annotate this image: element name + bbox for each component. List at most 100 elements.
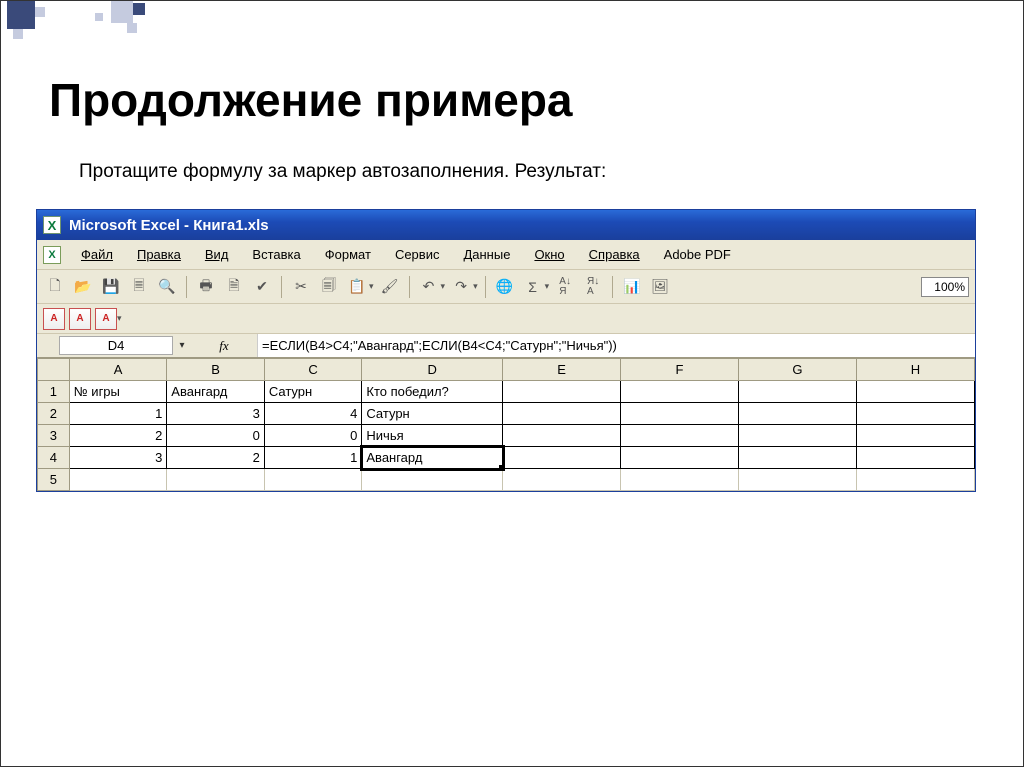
save-icon[interactable]: 💾 xyxy=(99,275,123,299)
menu-adobe-pdf[interactable]: Adobe PDF xyxy=(654,243,741,266)
cell-a5[interactable] xyxy=(69,469,167,491)
pdf-convert-icon[interactable]: A xyxy=(43,308,65,330)
menu-view[interactable]: Вид xyxy=(195,243,239,266)
cell-g1[interactable] xyxy=(738,381,856,403)
permission-icon[interactable]: 🗏 xyxy=(127,275,151,299)
cell-g2[interactable] xyxy=(738,403,856,425)
redo-icon[interactable]: ↷ xyxy=(449,275,473,299)
row-5: 5 xyxy=(38,469,975,491)
cell-f1[interactable] xyxy=(621,381,739,403)
cell-d5[interactable] xyxy=(362,469,503,491)
cell-c4[interactable]: 1 xyxy=(264,447,362,469)
col-header-h[interactable]: H xyxy=(856,359,974,381)
sort-asc-icon[interactable]: А↓Я xyxy=(553,275,577,299)
menu-tools[interactable]: Сервис xyxy=(385,243,450,266)
format-painter-icon[interactable]: 🖌 xyxy=(378,275,402,299)
cell-e2[interactable] xyxy=(503,403,621,425)
menu-insert[interactable]: Вставка xyxy=(242,243,310,266)
row-header-1[interactable]: 1 xyxy=(38,381,70,403)
menu-help[interactable]: Справка xyxy=(579,243,650,266)
row-1: 1 № игры Авангард Сатурн Кто победил? xyxy=(38,381,975,403)
cell-c1[interactable]: Сатурн xyxy=(264,381,362,403)
row-header-5[interactable]: 5 xyxy=(38,469,70,491)
cell-f5[interactable] xyxy=(621,469,739,491)
col-header-f[interactable]: F xyxy=(621,359,739,381)
cell-g3[interactable] xyxy=(738,425,856,447)
cell-e5[interactable] xyxy=(503,469,621,491)
cell-b5[interactable] xyxy=(167,469,265,491)
excel-window: X Microsoft Excel - Книга1.xls X Файл Пр… xyxy=(36,209,976,492)
fx-label[interactable]: fx xyxy=(191,334,257,357)
cell-a3[interactable]: 2 xyxy=(69,425,167,447)
pdf-dropdown-icon[interactable]: ▾ xyxy=(117,313,122,324)
col-header-d[interactable]: D xyxy=(362,359,503,381)
cell-c2[interactable]: 4 xyxy=(264,403,362,425)
row-header-2[interactable]: 2 xyxy=(38,403,70,425)
cell-b2[interactable]: 3 xyxy=(167,403,265,425)
excel-app-icon: X xyxy=(43,216,61,234)
pdf-email-icon[interactable]: A xyxy=(69,308,91,330)
row-header-3[interactable]: 3 xyxy=(38,425,70,447)
print-preview-icon[interactable]: 🗎 xyxy=(222,275,246,299)
cell-d4[interactable]: Авангард xyxy=(362,447,503,469)
chart-wizard-icon[interactable]: 📊 xyxy=(620,275,644,299)
cell-b3[interactable]: 0 xyxy=(167,425,265,447)
col-header-g[interactable]: G xyxy=(738,359,856,381)
cell-e1[interactable] xyxy=(503,381,621,403)
zoom-input[interactable]: 100% xyxy=(921,277,969,297)
cell-d1[interactable]: Кто победил? xyxy=(362,381,503,403)
cell-a4[interactable]: 3 xyxy=(69,447,167,469)
col-header-c[interactable]: C xyxy=(264,359,362,381)
cell-e3[interactable] xyxy=(503,425,621,447)
name-box[interactable]: D4 xyxy=(59,336,173,355)
pdf-review-icon[interactable]: A xyxy=(95,308,117,330)
copy-icon[interactable]: 🗐 xyxy=(317,275,341,299)
cell-a1[interactable]: № игры xyxy=(69,381,167,403)
undo-icon[interactable]: ↶ xyxy=(417,275,441,299)
cell-h3[interactable] xyxy=(856,425,974,447)
cut-icon[interactable]: ✂ xyxy=(289,275,313,299)
cell-h4[interactable] xyxy=(856,447,974,469)
cell-d3[interactable]: Ничья xyxy=(362,425,503,447)
row-2: 2 1 3 4 Сатурн xyxy=(38,403,975,425)
cell-h5[interactable] xyxy=(856,469,974,491)
menu-format[interactable]: Формат xyxy=(315,243,381,266)
cell-g4[interactable] xyxy=(738,447,856,469)
cell-h1[interactable] xyxy=(856,381,974,403)
autosum-icon[interactable]: Σ xyxy=(521,275,545,299)
formula-input[interactable]: =ЕСЛИ(B4>C4;"Авангард";ЕСЛИ(B4<C4;"Сатур… xyxy=(257,334,975,357)
cell-b4[interactable]: 2 xyxy=(167,447,265,469)
cell-f3[interactable] xyxy=(621,425,739,447)
cell-e4[interactable] xyxy=(503,447,621,469)
paste-icon[interactable]: 📋 xyxy=(345,275,369,299)
col-header-e[interactable]: E xyxy=(503,359,621,381)
new-icon[interactable]: 🗋 xyxy=(43,275,67,299)
row-header-4[interactable]: 4 xyxy=(38,447,70,469)
menu-edit[interactable]: Правка xyxy=(127,243,191,266)
menu-window[interactable]: Окно xyxy=(524,243,574,266)
menu-data[interactable]: Данные xyxy=(453,243,520,266)
cell-f4[interactable] xyxy=(621,447,739,469)
cell-g5[interactable] xyxy=(738,469,856,491)
select-all[interactable] xyxy=(38,359,70,381)
cell-c3[interactable]: 0 xyxy=(264,425,362,447)
col-header-a[interactable]: A xyxy=(69,359,167,381)
cell-b1[interactable]: Авангард xyxy=(167,381,265,403)
slide-decoration xyxy=(1,1,201,41)
sort-desc-icon[interactable]: Я↓А xyxy=(581,275,605,299)
cell-a2[interactable]: 1 xyxy=(69,403,167,425)
hyperlink-icon[interactable]: 🌐 xyxy=(493,275,517,299)
search-icon[interactable]: 🔍 xyxy=(155,275,179,299)
cell-d2[interactable]: Сатурн xyxy=(362,403,503,425)
menu-file[interactable]: Файл xyxy=(71,243,123,266)
spelling-icon[interactable]: ✔ xyxy=(250,275,274,299)
col-header-b[interactable]: B xyxy=(167,359,265,381)
drawing-icon[interactable]: 🖼 xyxy=(648,275,672,299)
name-box-dropdown-icon[interactable]: ▾ xyxy=(173,334,191,357)
cell-h2[interactable] xyxy=(856,403,974,425)
formula-bar: D4 ▾ fx =ЕСЛИ(B4>C4;"Авангард";ЕСЛИ(B4<C… xyxy=(37,334,975,358)
cell-f2[interactable] xyxy=(621,403,739,425)
open-icon[interactable]: 📂 xyxy=(71,275,95,299)
cell-c5[interactable] xyxy=(264,469,362,491)
print-icon[interactable]: 🖶 xyxy=(194,275,218,299)
